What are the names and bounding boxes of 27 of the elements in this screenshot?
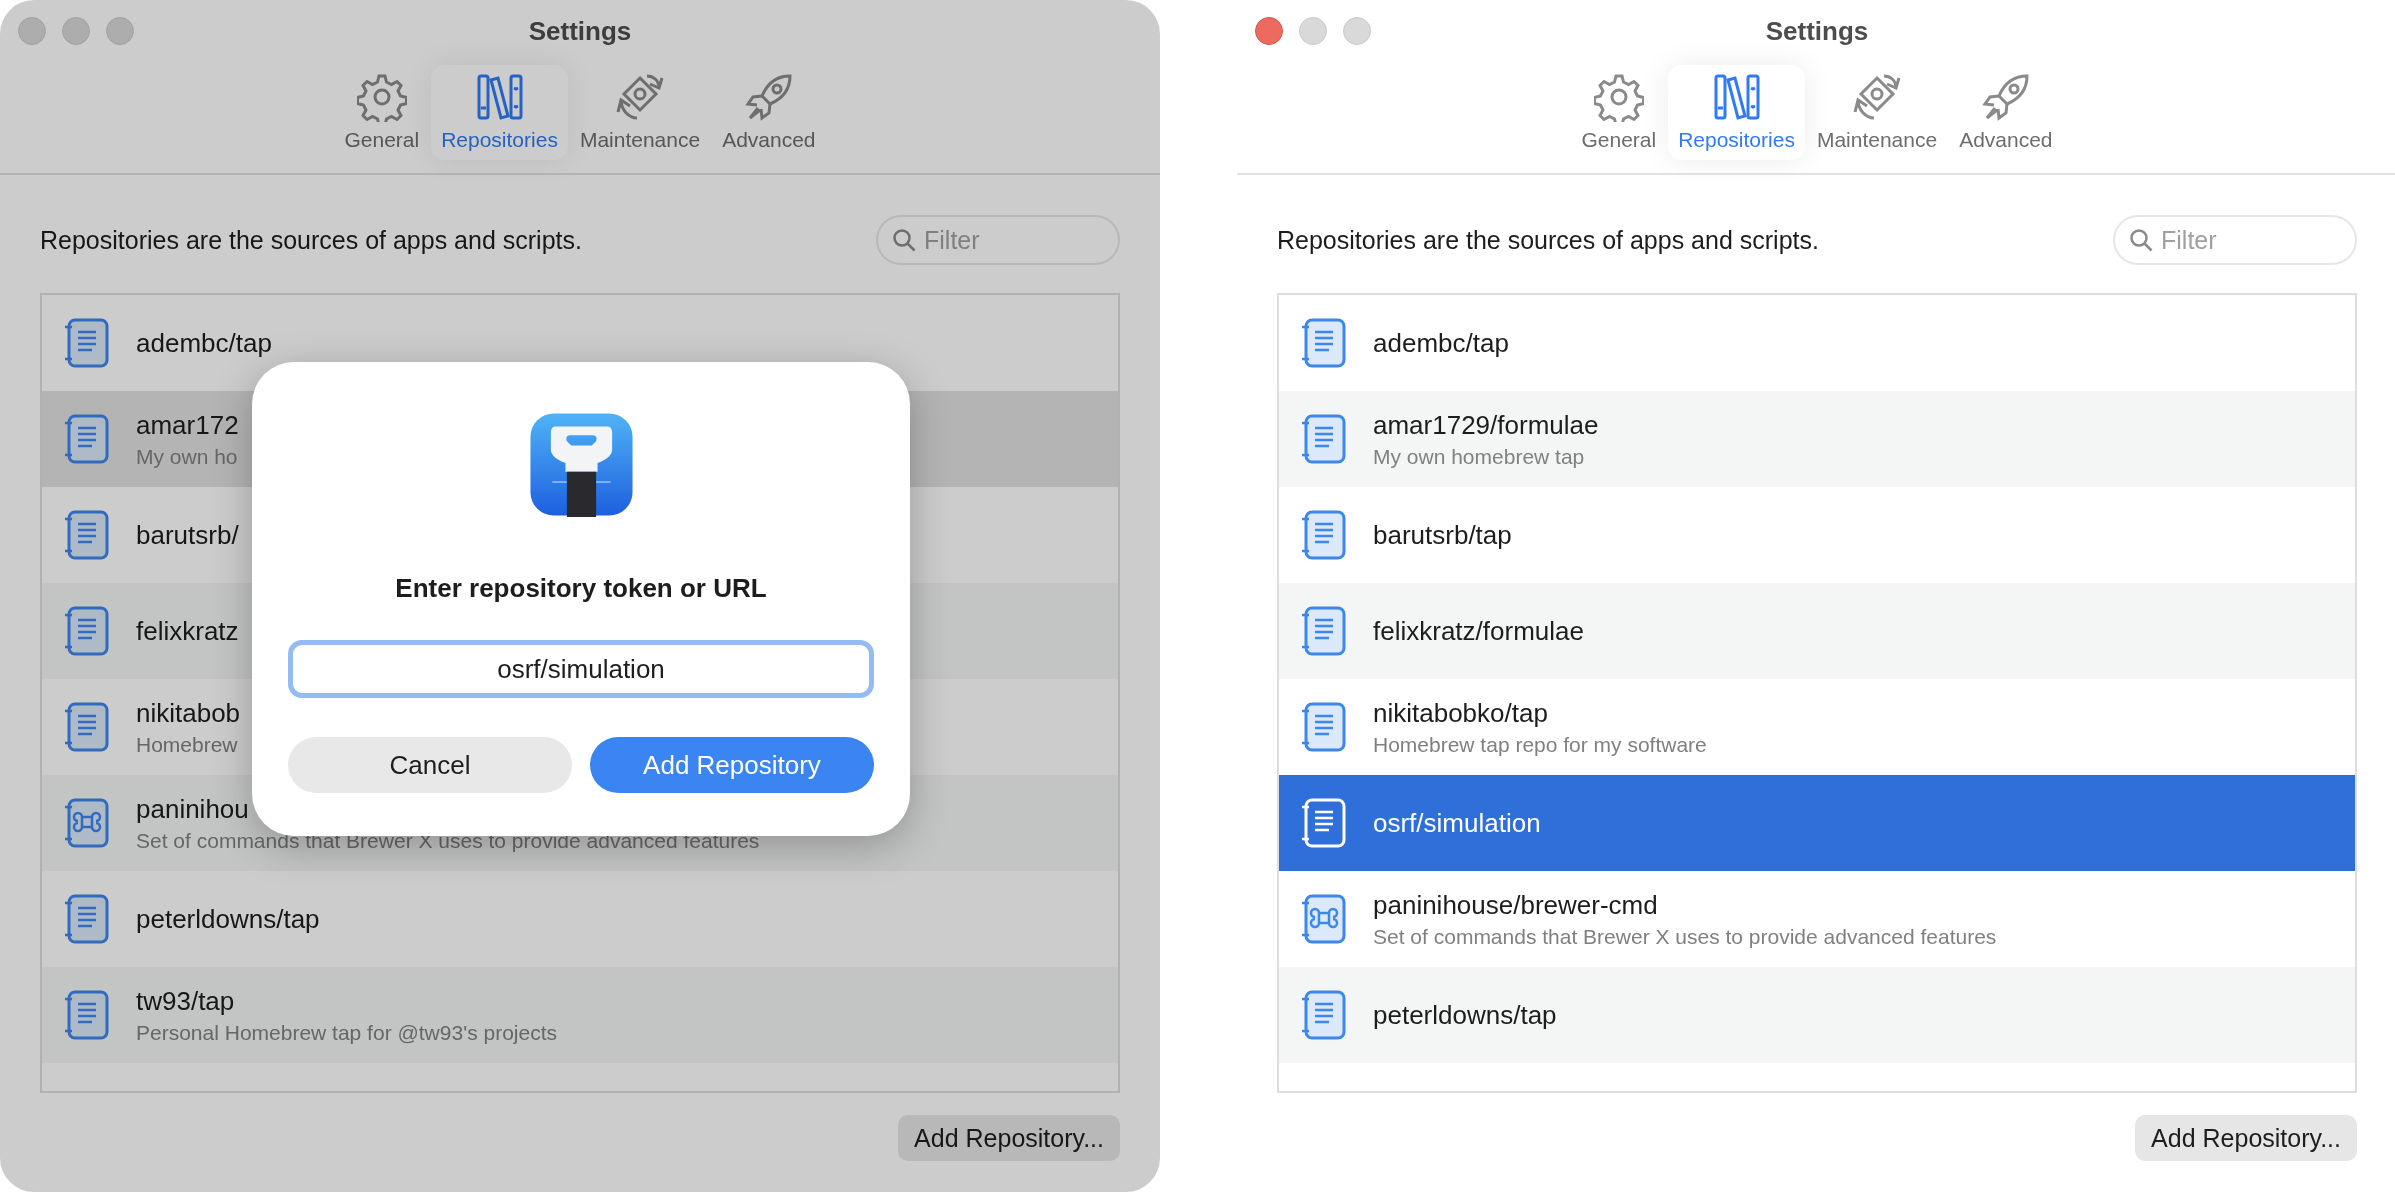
repository-name: peterldowns/tap (136, 903, 320, 935)
repository-description: Homebrew (136, 732, 239, 757)
repository-description: Personal Homebrew tap for @tw93's projects (136, 1020, 557, 1045)
window-title: Settings (1765, 16, 1869, 46)
repository-name: peterldowns/tap (1373, 999, 1557, 1031)
repository-name: osrf/simulation (1373, 807, 1541, 839)
repository-name: amar172 (136, 409, 239, 441)
repository-name: barutsrb/tap (1373, 519, 1512, 551)
repository-name: tw93/tap (136, 985, 236, 1017)
repository-name: adembc/tap (1373, 327, 1509, 359)
repository-name: nikitabob (136, 697, 241, 729)
repository-description: My own ho (136, 444, 239, 469)
window-title: Settings (528, 16, 632, 46)
repository-name: barutsrb/ (136, 519, 239, 551)
repository-name: amar1729/formulae (1373, 409, 1599, 441)
repository-name: felixkratz (136, 615, 239, 647)
repository-name: paninihouse/brewer-cmd (1373, 889, 1659, 921)
repository-name: adembc/tap (136, 327, 272, 359)
repository-name: nikitabobko/tap (1373, 697, 1549, 729)
repository-name: felixkratz/formulae (1373, 615, 1584, 647)
description-text: Repositories are the sources of apps and scripts. (1277, 225, 1819, 255)
dialog-title: Enter repository token or URL (395, 573, 767, 604)
repository-name: paninihou (136, 793, 250, 825)
description-text: Repositories are the sources of apps and scripts. (40, 225, 582, 255)
repository-description: Homebrew tap repo for my software (1373, 732, 1707, 757)
repository-description: Set of commands that Brewer X uses to provide advanced features (1373, 924, 1997, 949)
repository-description: My own homebrew tap (1373, 444, 1586, 469)
